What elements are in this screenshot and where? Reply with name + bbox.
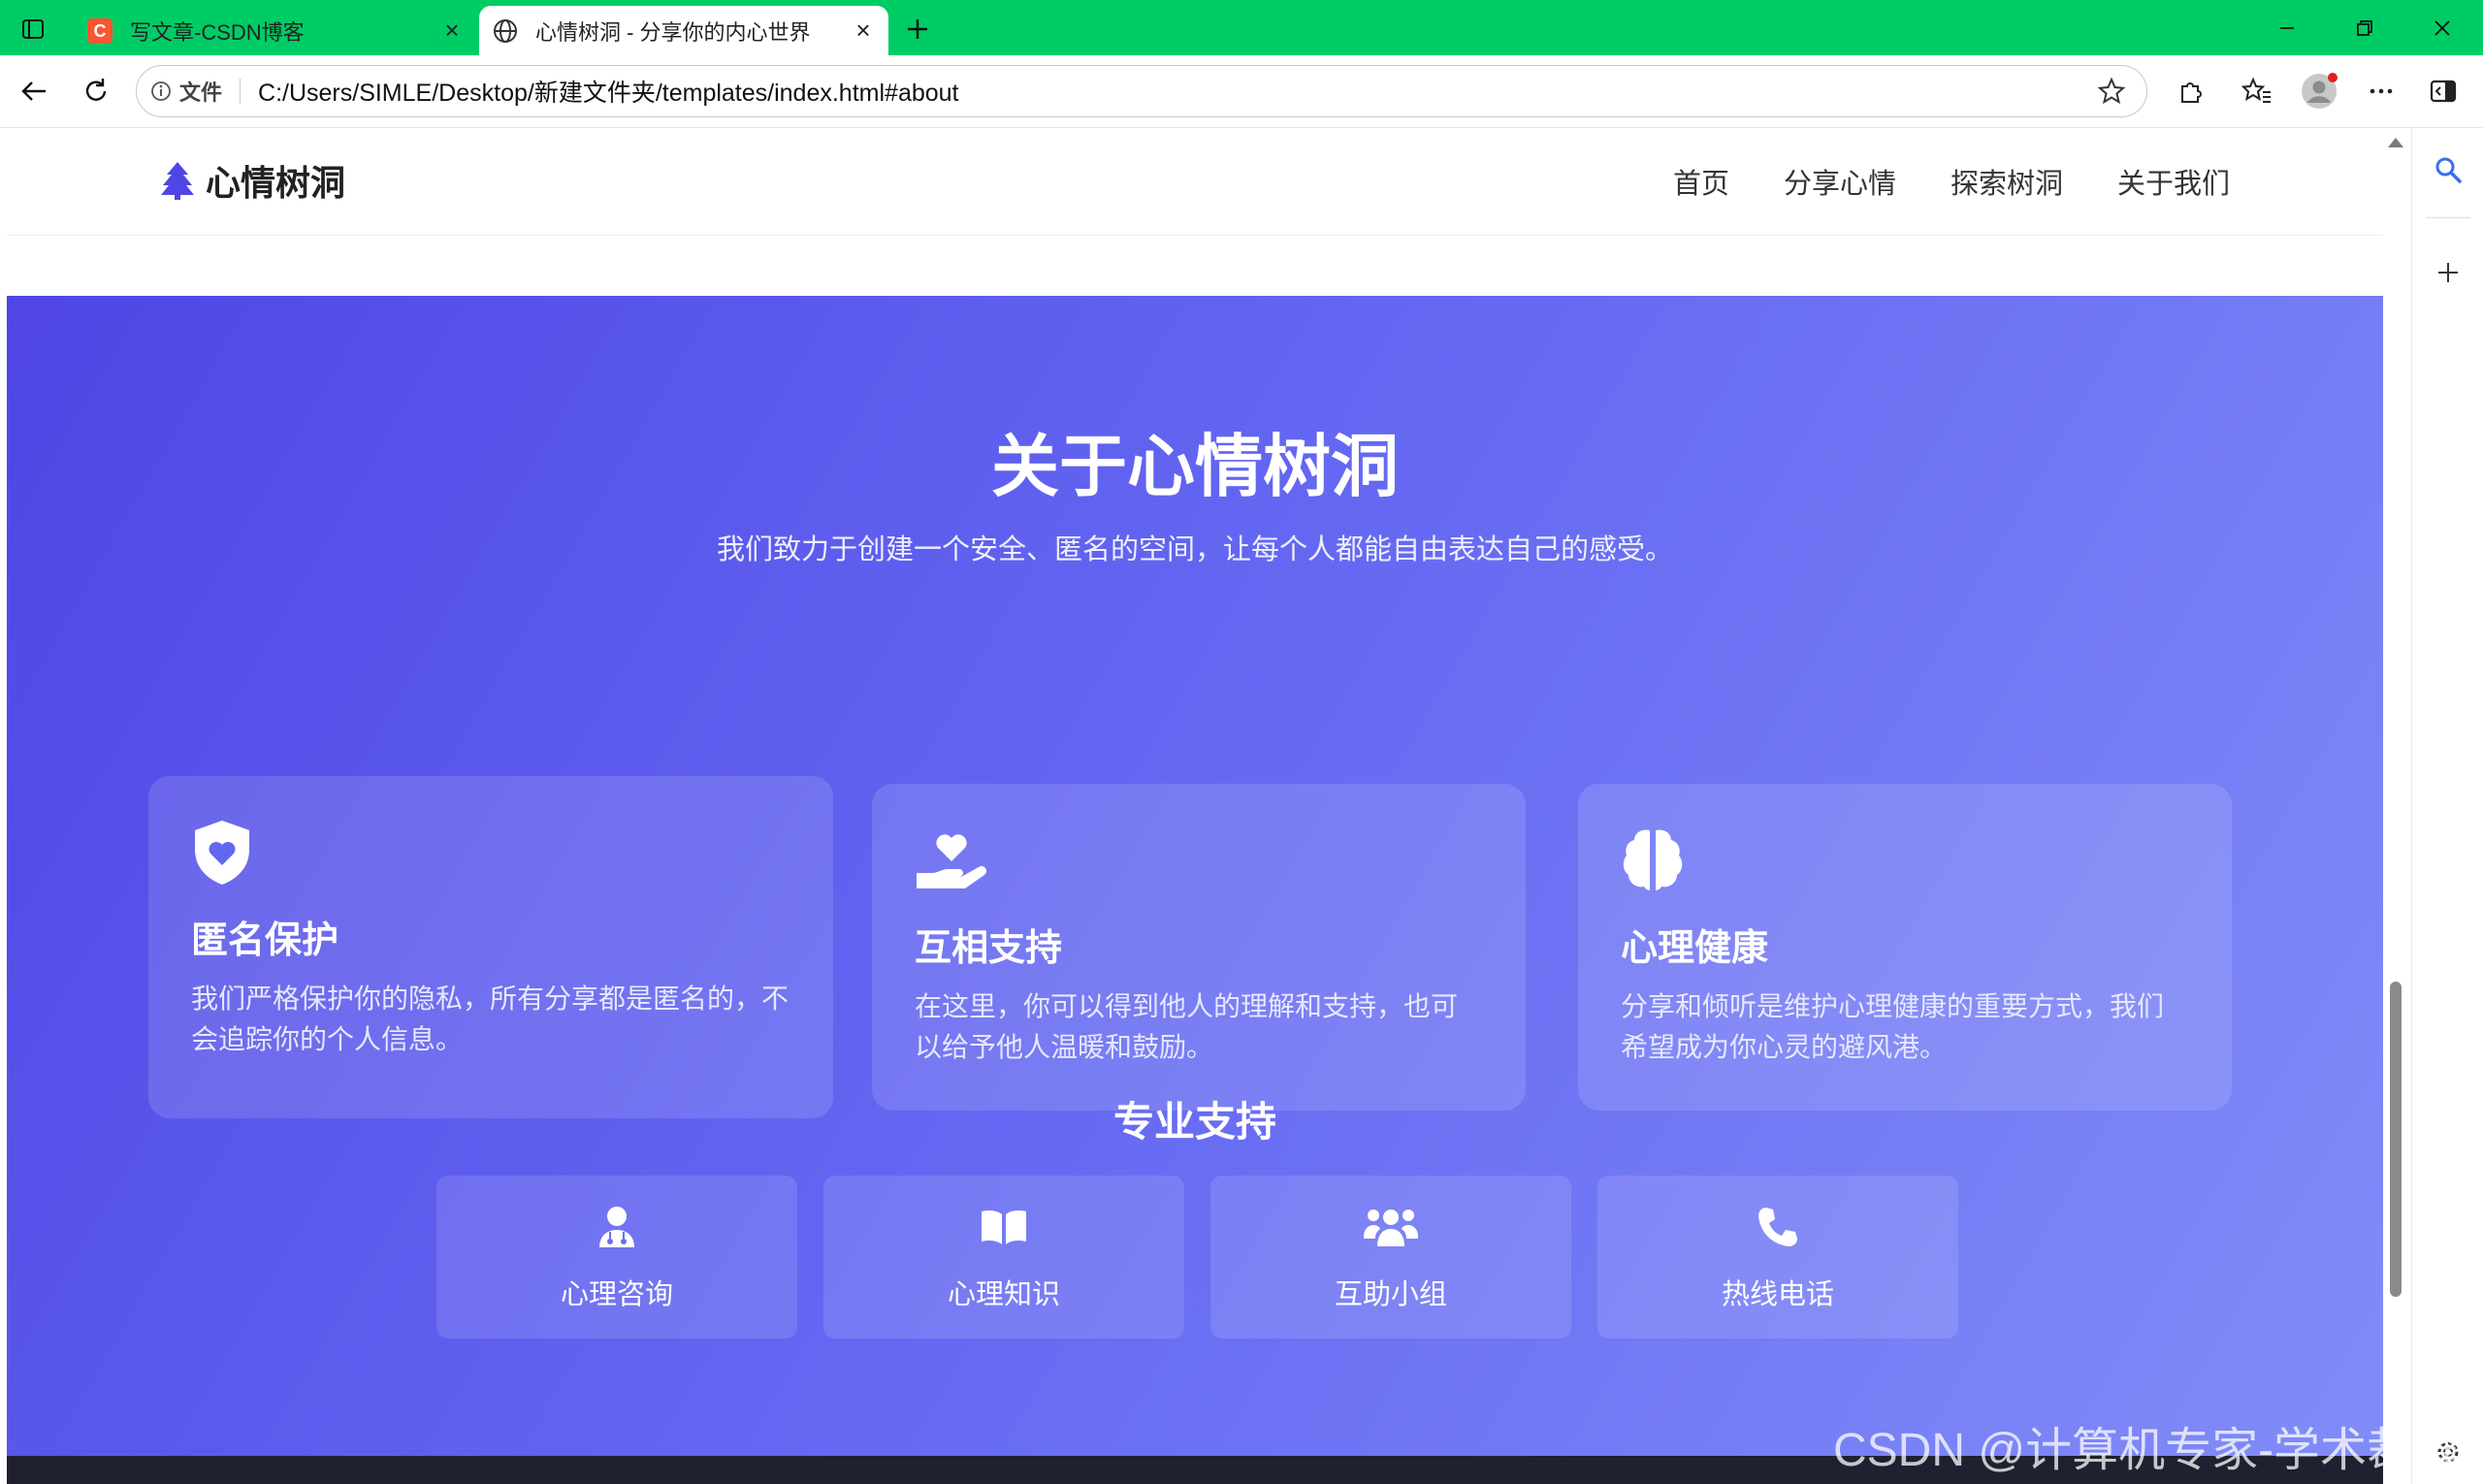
csdn-c-icon: C — [87, 17, 113, 44]
restore-icon — [2357, 19, 2372, 36]
card-title: 互相支持 — [915, 928, 1063, 969]
profile-button[interactable] — [2297, 69, 2341, 113]
favorites-icon — [2241, 77, 2271, 103]
card-title: 匿名保护 — [191, 920, 339, 961]
tab-title: 写文章-CSDN博客 — [130, 19, 305, 45]
feature-card-mental-health: 心理健康 分享和倾听是维护心理健康的重要方式，我们希望成为你心灵的避风港。 — [1578, 784, 2232, 1111]
sidebar-add-button[interactable] — [2424, 248, 2472, 297]
globe-icon — [493, 18, 518, 44]
pro-label: 互助小组 — [1334, 1279, 1447, 1310]
url-separator — [240, 79, 242, 104]
card-title: 心理健康 — [1621, 928, 1769, 969]
tab-actions-icon — [22, 19, 44, 39]
sidebar-icon — [2430, 80, 2457, 103]
close-icon[interactable]: × — [436, 16, 468, 47]
minimize-button[interactable] — [2248, 0, 2326, 55]
phone-icon — [1758, 1208, 1797, 1246]
info-icon — [151, 81, 171, 101]
pro-card-counseling[interactable]: 心理咨询 — [436, 1176, 797, 1339]
scroll-up-arrow-icon[interactable] — [2388, 138, 2403, 147]
plus-icon — [2438, 263, 2458, 282]
nav-home[interactable]: 首页 — [1673, 161, 1729, 202]
book-open-icon — [982, 1210, 1026, 1244]
card-description: 我们严格保护你的隐私，所有分享都是匿名的，不会追踪你的个人信息。 — [191, 984, 790, 1054]
favorites-button[interactable] — [2235, 69, 2279, 113]
sidebar-search-button[interactable] — [2424, 145, 2472, 194]
shield-heart-icon — [195, 821, 249, 885]
close-icon[interactable]: × — [848, 16, 879, 47]
restore-button[interactable] — [2326, 0, 2403, 55]
hand-holding-heart-icon — [917, 834, 986, 888]
browser-tab-bar: C 写文章-CSDN博客 × 心情树洞 - 分享你的内心世界 × — [0, 0, 2483, 55]
about-subtitle: 我们致力于创建一个安全、匿名的空间，让每个人都能自由表达自己的感受。 — [716, 534, 1673, 565]
site-info-button[interactable]: 文件 — [150, 76, 222, 107]
card-description: 在这里，你可以得到他人的理解和支持，也可以给予他人温暖和鼓励。 — [915, 991, 1459, 1062]
extensions-button[interactable] — [2169, 69, 2213, 113]
about-section: 关于心情树洞 我们致力于创建一个安全、匿名的空间，让每个人都能自由表达自己的感受… — [7, 296, 2383, 1460]
site-logo[interactable]: 心情树洞 — [159, 155, 345, 206]
star-icon — [2097, 77, 2126, 105]
csdn-watermark: CSDN @计算机专家-学术裁缝 — [1833, 1425, 2461, 1476]
close-window-button[interactable] — [2403, 0, 2481, 55]
more-horizontal-icon — [2370, 88, 2393, 94]
feature-card-anonymous: 匿名保护 我们严格保护你的隐私，所有分享都是匿名的，不会追踪你的个人信息。 — [148, 776, 833, 1118]
pro-card-hotline[interactable]: 热线电话 — [1597, 1176, 1958, 1339]
url-text[interactable]: C:/Users/SIMLE/Desktop/新建文件夹/templates/i… — [258, 74, 2092, 109]
plus-icon — [908, 19, 927, 39]
tab-actions-button[interactable] — [17, 14, 48, 45]
site-header: 心情树洞 首页 分享心情 探索树洞 关于我们 — [7, 128, 2383, 236]
pro-card-knowledge[interactable]: 心理知识 — [823, 1176, 1184, 1339]
side-divider — [2426, 217, 2470, 218]
svg-text:C: C — [94, 21, 107, 41]
search-icon — [2435, 157, 2462, 183]
page-scrollbar[interactable] — [2383, 128, 2411, 1484]
refresh-button[interactable] — [74, 69, 118, 113]
tab-title: 心情树洞 - 分享你的内心世界 — [535, 19, 811, 45]
sidebar-toggle-button[interactable] — [2421, 69, 2466, 113]
new-tab-button[interactable] — [898, 10, 937, 48]
nav-share-mood[interactable]: 分享心情 — [1784, 161, 1896, 202]
favorite-star-button[interactable] — [2092, 72, 2131, 111]
avatar — [2302, 73, 2338, 109]
users-icon — [1364, 1210, 1418, 1246]
user-doctor-icon — [599, 1207, 634, 1247]
scroll-thumb[interactable] — [2390, 982, 2402, 1297]
tree-icon — [161, 162, 194, 200]
close-icon — [2435, 19, 2450, 36]
arrow-left-icon — [21, 81, 46, 101]
browser-toolbar: 文件 C:/Users/SIMLE/Desktop/新建文件夹/template… — [0, 55, 2483, 128]
about-title: 关于心情树洞 — [991, 429, 1399, 504]
nav-explore[interactable]: 探索树洞 — [1951, 161, 2063, 202]
professional-support-title: 专业支持 — [1113, 1099, 1276, 1145]
pro-card-support-group[interactable]: 互助小组 — [1210, 1176, 1571, 1339]
pro-label: 心理咨询 — [560, 1279, 673, 1310]
pro-label: 热线电话 — [1721, 1279, 1834, 1310]
nav-about[interactable]: 关于我们 — [2117, 161, 2230, 202]
file-label: 文件 — [179, 81, 223, 105]
tab-mood-treehole[interactable]: 心情树洞 - 分享你的内心世界 × — [479, 6, 888, 55]
puzzle-icon — [2181, 82, 2202, 103]
address-bar[interactable]: 文件 C:/Users/SIMLE/Desktop/新建文件夹/template… — [136, 65, 2147, 117]
minimize-icon — [2280, 26, 2294, 29]
tab-csdn[interactable]: C 写文章-CSDN博客 × — [74, 6, 477, 55]
browser-side-panel — [2411, 128, 2483, 1484]
more-menu-button[interactable] — [2359, 69, 2403, 113]
card-description: 分享和倾听是维护心理健康的重要方式，我们希望成为你心灵的避风港。 — [1621, 991, 2165, 1062]
pro-label: 心理知识 — [947, 1279, 1060, 1310]
refresh-icon — [85, 79, 107, 101]
logo-text: 心情树洞 — [206, 163, 346, 203]
back-button[interactable] — [12, 69, 56, 113]
feature-card-support: 互相支持 在这里，你可以得到他人的理解和支持，也可以给予他人温暖和鼓励。 — [872, 784, 1526, 1111]
page-viewport: 心情树洞 首页 分享心情 探索树洞 关于我们 关于心情树洞 我们致力于创建一个安… — [7, 128, 2383, 1484]
brain-icon — [1623, 829, 1683, 890]
main-nav: 首页 分享心情 探索树洞 关于我们 — [1619, 161, 2230, 202]
